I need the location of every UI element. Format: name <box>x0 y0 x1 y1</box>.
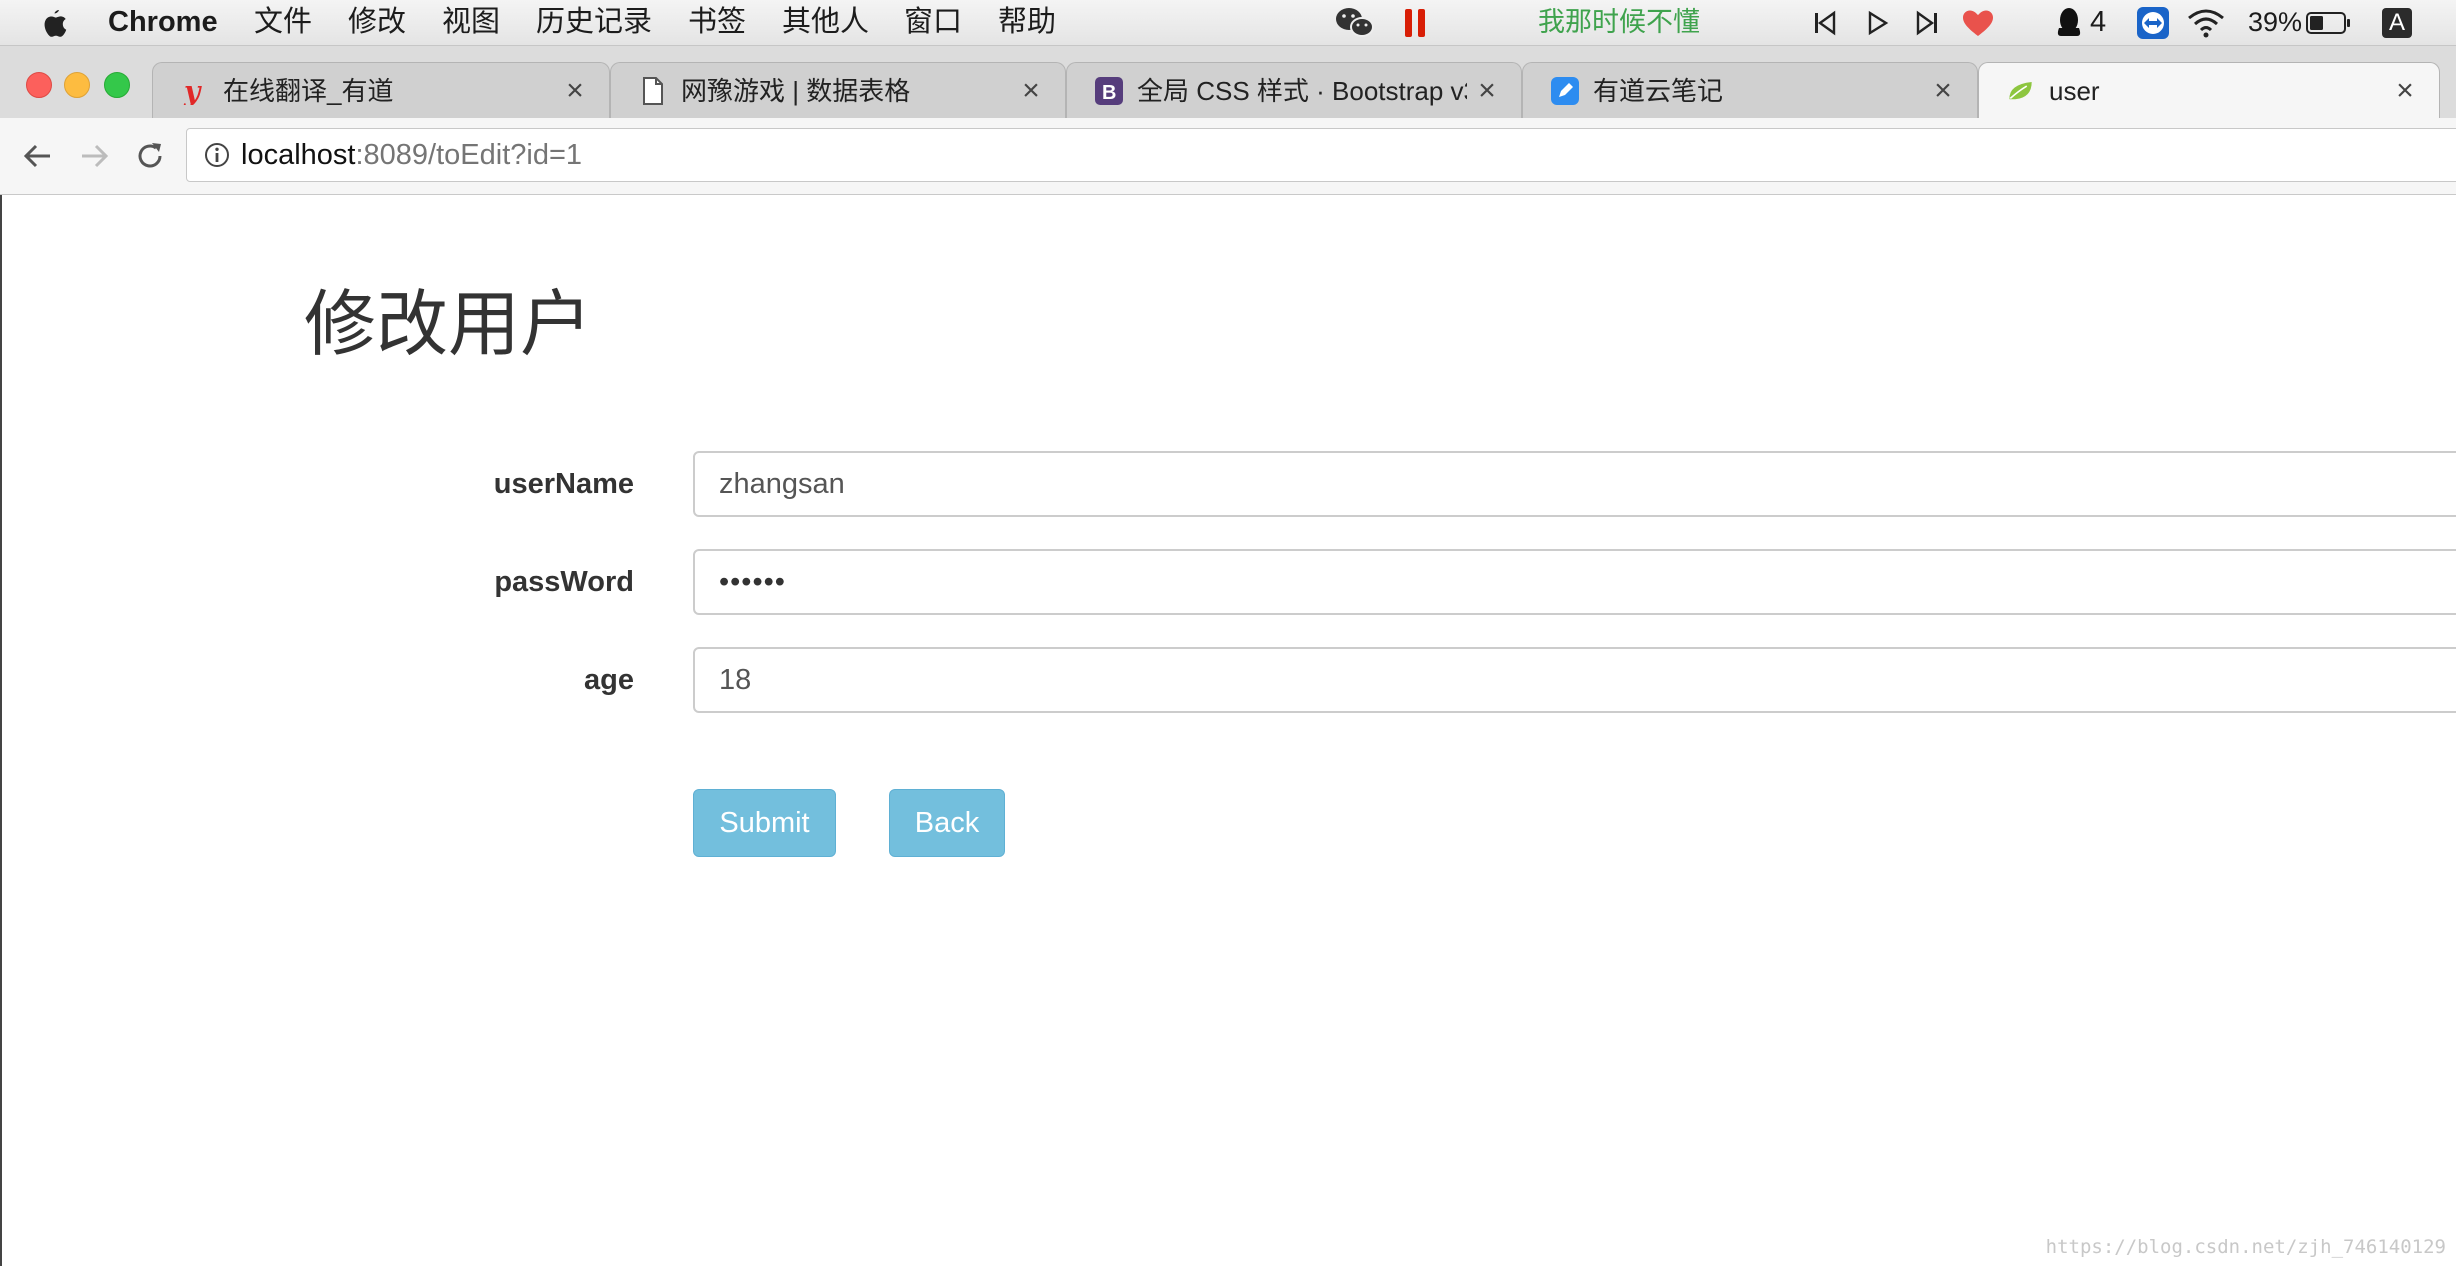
tab-data-table[interactable]: 网豫游戏 | 数据表格 × <box>610 62 1066 118</box>
password-input[interactable]: •••••• <box>693 549 2456 615</box>
macos-menu-bar: Chrome 文件 修改 视图 历史记录 书签 其他人 窗口 帮助 我那时候不懂… <box>0 0 2456 46</box>
heart-icon[interactable] <box>1962 0 1994 45</box>
tab-title: 全局 CSS 样式 · Bootstrap v3 中 <box>1137 76 1467 106</box>
tab-user-active[interactable]: user × <box>1978 62 2440 120</box>
svg-text:y: y <box>183 77 202 105</box>
forward-arrow-icon[interactable] <box>74 136 114 176</box>
menu-people[interactable]: 其他人 <box>782 0 869 45</box>
submit-button[interactable]: Submit <box>693 789 836 857</box>
menu-file[interactable]: 文件 <box>254 0 312 45</box>
browser-toolbar: localhost:8089/toEdit?id=1 <box>0 118 2456 195</box>
menu-edit[interactable]: 修改 <box>348 0 406 45</box>
tab-title: 有道云笔记 <box>1593 76 1724 106</box>
menu-help[interactable]: 帮助 <box>998 0 1056 45</box>
age-label: age <box>584 664 634 696</box>
play-icon[interactable] <box>1866 0 1890 45</box>
tab-close-button[interactable]: × <box>1927 75 1959 107</box>
tab-close-button[interactable]: × <box>1471 75 1503 107</box>
site-info-icon[interactable] <box>203 141 231 169</box>
reload-icon[interactable] <box>130 136 170 176</box>
battery-percentage: 39% <box>2248 7 2303 37</box>
watermark: https://blog.csdn.net/zjh_746140129 <box>2045 1236 2446 1258</box>
page-content: 修改用户 userName zhangsan passWord •••••• a… <box>0 195 2456 1266</box>
qq-icon[interactable] <box>2054 0 2084 45</box>
window-zoom-button[interactable] <box>104 72 130 98</box>
bootstrap-icon: B <box>1095 77 1123 105</box>
input-method-label: A <box>2382 7 2412 38</box>
tab-close-button[interactable]: × <box>559 75 591 107</box>
youdao-note-icon <box>1551 77 1579 105</box>
tab-youdao-translate[interactable]: y 在线翻译_有道 × <box>152 62 610 118</box>
back-button[interactable]: Back <box>889 789 1005 857</box>
qq-unread-count: 4 <box>2090 6 2107 38</box>
youdao-icon: y <box>181 77 209 105</box>
wifi-icon[interactable] <box>2186 0 2226 45</box>
menu-window[interactable]: 窗口 <box>904 0 962 45</box>
document-icon <box>639 77 667 105</box>
age-input[interactable]: 18 <box>693 647 2456 713</box>
menu-app-name[interactable]: Chrome <box>108 0 218 45</box>
address-url: localhost:8089/toEdit?id=1 <box>241 129 582 181</box>
spring-leaf-icon <box>2007 77 2035 105</box>
tab-title: 在线翻译_有道 <box>223 76 394 106</box>
window-minimize-button[interactable] <box>64 72 90 98</box>
tab-close-button[interactable]: × <box>1015 75 1047 107</box>
menu-view[interactable]: 视图 <box>442 0 500 45</box>
netease-music-icon[interactable] <box>1402 0 1428 45</box>
username-label: userName <box>493 468 634 500</box>
teamviewer-icon[interactable] <box>2136 0 2170 45</box>
tab-title: 网豫游戏 | 数据表格 <box>681 76 911 106</box>
menu-bookmarks[interactable]: 书签 <box>688 0 746 45</box>
window-close-button[interactable] <box>26 72 52 98</box>
tab-bootstrap-css[interactable]: B 全局 CSS 样式 · Bootstrap v3 中 × <box>1066 62 1522 118</box>
input-method-icon[interactable]: A <box>2382 0 2412 45</box>
username-input[interactable]: zhangsan <box>693 451 2456 517</box>
tab-youdao-note[interactable]: 有道云笔记 × <box>1522 62 1978 118</box>
address-bar[interactable]: localhost:8089/toEdit?id=1 <box>186 128 2456 182</box>
apple-icon[interactable] <box>40 0 68 45</box>
tab-close-button[interactable]: × <box>2389 75 2421 107</box>
tab-title: user <box>2049 76 2100 106</box>
page-title: 修改用户 <box>304 285 593 365</box>
address-host: localhost <box>241 139 356 171</box>
previous-track-icon[interactable] <box>1812 0 1838 45</box>
back-arrow-icon[interactable] <box>18 136 58 176</box>
menu-history[interactable]: 历史记录 <box>536 0 652 45</box>
next-track-icon[interactable] <box>1914 0 1940 45</box>
address-path: :8089/toEdit?id=1 <box>355 139 583 171</box>
password-label: passWord <box>494 566 634 598</box>
now-playing-song[interactable]: 我那时候不懂 <box>1538 0 1700 45</box>
svg-text:B: B <box>1102 82 1116 104</box>
wechat-icon[interactable] <box>1334 0 1376 45</box>
battery-icon[interactable] <box>2306 0 2352 45</box>
